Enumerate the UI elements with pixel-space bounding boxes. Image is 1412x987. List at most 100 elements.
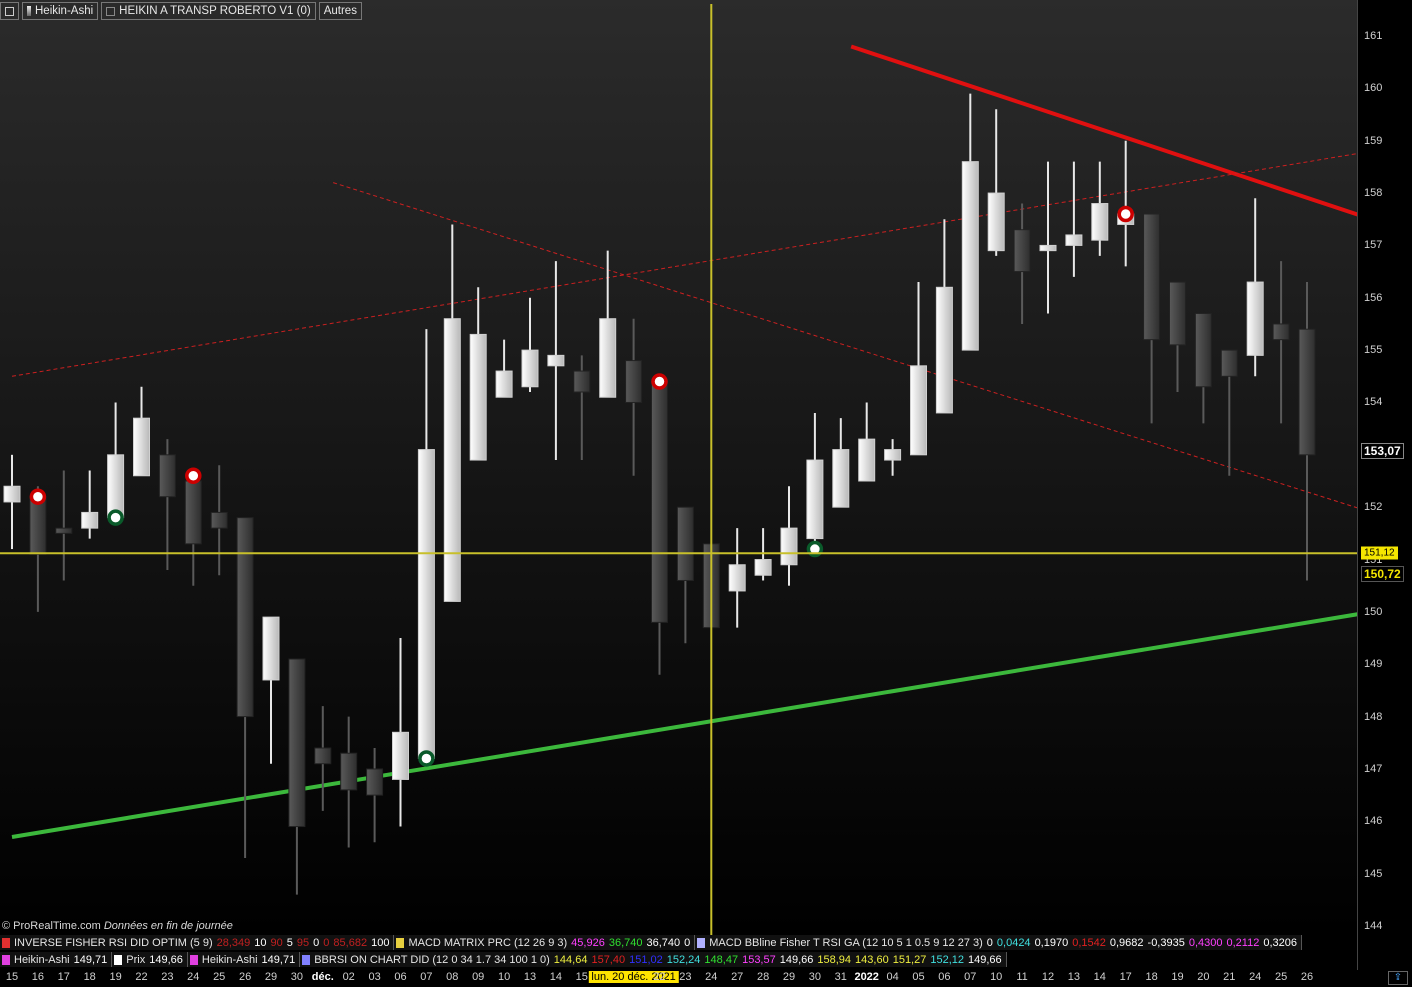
indicator-value: 36,740: [646, 936, 681, 949]
checkbox-icon[interactable]: [106, 6, 116, 16]
price-chart[interactable]: [0, 0, 1412, 987]
date-tick-label: 24: [705, 971, 718, 983]
candle-body: [987, 192, 1005, 252]
candle-body: [651, 381, 668, 623]
candle-body: [599, 318, 617, 398]
indicator-legend[interactable]: BBRSI ON CHART DID (12 0 34 1.7 34 100 1…: [300, 952, 1007, 967]
candle-body: [521, 349, 539, 388]
candle-body: [1298, 328, 1316, 456]
indicator-name: MACD BBline Fisher T RSI GA (12 10 5 1 0…: [709, 936, 983, 949]
candle-body: [1169, 281, 1186, 346]
heikin-transp-tab[interactable]: HEIKIN A TRANSP ROBERTO V1 (0): [101, 2, 316, 20]
indicator-legend[interactable]: Prix 149,66: [112, 952, 188, 967]
indicator-value: 36,740: [608, 936, 643, 949]
indicator-legend[interactable]: MACD MATRIX PRC (12 26 9 3) 45,926 36,740 3…: [394, 935, 696, 950]
candle-body: [417, 449, 435, 759]
date-tick-label: 30: [290, 971, 304, 983]
indicator-legend[interactable]: Heikin-Ashi 149,71: [0, 952, 113, 967]
candle-body: [728, 564, 746, 592]
price-tick-label: 150: [1364, 605, 1383, 618]
indicator-color-icon: [189, 954, 198, 965]
date-tick-label: 07: [420, 971, 433, 983]
price-tick-label: 146: [1364, 815, 1383, 828]
date-tick-label: 18: [83, 971, 96, 983]
indicator-color-icon: [2, 954, 10, 965]
candle-body: [961, 161, 979, 351]
indicator-name: MACD MATRIX PRC (12 26 9 3): [408, 936, 568, 949]
sell-signal-marker: [29, 488, 47, 505]
candle-body: [469, 333, 487, 461]
price-tick-label: 158: [1364, 187, 1383, 200]
window-restore-button[interactable]: [0, 2, 19, 20]
sell-signal-marker: [651, 373, 668, 390]
indicator-value: 153,57: [742, 953, 776, 966]
indicator-legend[interactable]: MACD BBline Fisher T RSI GA (12 10 5 1 0…: [695, 935, 1302, 950]
date-tick-label: 06: [938, 971, 951, 983]
date-tick-label: 31: [834, 971, 847, 983]
heikin-ashi-tab[interactable]: Heikin-Ashi: [22, 2, 99, 20]
date-tick-label: 21: [1223, 971, 1236, 983]
indicator-color-icon: [697, 937, 706, 948]
candle-body: [366, 768, 384, 796]
price-tick-label: 145: [1364, 867, 1383, 880]
autres-button[interactable]: Autres: [318, 2, 362, 20]
indicator-name: Heikin-Ashi: [201, 953, 258, 966]
sell-signal-marker: [185, 467, 202, 485]
indicator-value: 0: [323, 936, 330, 949]
candle-body: [1246, 281, 1264, 356]
candle-body: [547, 354, 565, 367]
indicator-color-icon: [114, 954, 123, 965]
heikin-transp-label: HEIKIN A TRANSP ROBERTO V1 (0): [119, 5, 311, 17]
price-tick-label: 147: [1364, 762, 1383, 775]
candle-body: [1143, 213, 1161, 341]
date-tick-label: 22: [135, 971, 148, 983]
indicator-legend[interactable]: INVERSE FISHER RSI DID OPTIM (5 9) 28,349…: [0, 935, 395, 950]
price-tag: 150,72: [1361, 566, 1404, 583]
candle-body: [288, 658, 306, 828]
date-tick-label: 29: [782, 971, 796, 983]
candle-body: [1039, 244, 1057, 252]
indicator-value: 0,3206: [1263, 936, 1297, 949]
date-tick-label: 17: [1119, 971, 1132, 983]
candle-body: [625, 360, 643, 403]
date-tick-label: 14: [1093, 971, 1106, 983]
date-tick-label: 16: [31, 971, 45, 983]
date-tick-label: 17: [57, 971, 70, 983]
date-tick-label: 11: [1016, 971, 1028, 983]
candle-swatch-icon: [27, 6, 31, 16]
date-tick-label: 29: [264, 971, 278, 983]
date-tick-label: 08: [446, 971, 459, 983]
candle-body: [1065, 234, 1083, 246]
indicator-name: INVERSE FISHER RSI DID OPTIM (5 9): [14, 936, 213, 949]
scroll-end-button[interactable]: ⇪: [1388, 971, 1408, 985]
indicator-value: 0: [313, 936, 320, 949]
candle-body: [184, 480, 202, 545]
candle-body: [676, 506, 694, 581]
date-tick-label: 26: [238, 971, 252, 983]
candle-body: [858, 438, 876, 482]
price-tick-label: 155: [1364, 344, 1383, 357]
candle-body: [1091, 203, 1109, 241]
date-tick-label: 04: [886, 971, 899, 983]
data-note: Données en fin de journée: [103, 920, 233, 932]
candle-body: [573, 370, 591, 393]
date-tick-label: 12: [1041, 971, 1055, 983]
indicator-value: 149,66: [149, 953, 183, 966]
date-tick-label: 10: [990, 971, 1003, 983]
candle-body: [314, 747, 332, 765]
date-tick-label: 07: [964, 971, 977, 983]
price-tick-label: 160: [1364, 82, 1383, 95]
indicator-value: 10: [254, 936, 267, 949]
indicator-value: 158,94: [817, 953, 852, 966]
indicator-value: 0,1542: [1072, 936, 1106, 949]
price-tick-label: 149: [1364, 658, 1383, 671]
indicator-legend[interactable]: Heikin-Ashi 149,71: [187, 952, 301, 967]
date-tick-label: 06: [394, 971, 407, 983]
candle-body: [910, 365, 927, 456]
autres-label: Autres: [323, 5, 357, 17]
candle-body: [806, 459, 824, 540]
indicator-name: Prix: [126, 953, 146, 966]
date-tick-label: 26: [1300, 971, 1314, 983]
date-axis[interactable]: 15 16 17 18 19 22 23 24 25 26 29 30 déc. 02 03 06 07 08 09…: [0, 970, 1380, 987]
copyright-notice: © ProRealTime.com Données en fin de jour…: [2, 920, 233, 932]
